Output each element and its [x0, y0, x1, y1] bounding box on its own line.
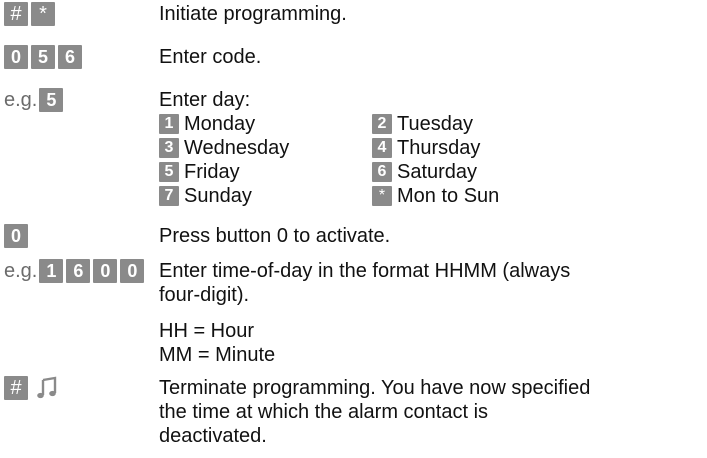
example-prefix: e.g.	[4, 260, 38, 282]
day-label: Sunday	[184, 185, 252, 207]
day-label: Thursday	[397, 137, 481, 159]
example-prefix: e.g.	[4, 89, 38, 111]
minute-legend: MM = Minute	[159, 344, 276, 366]
step-description-block: Enter time-of-day in the format HHMM (al…	[159, 259, 704, 367]
digit-key: 0	[120, 259, 145, 283]
step-description-line: Terminate programming. You have now spec…	[159, 377, 591, 399]
digit-key: 1	[39, 259, 64, 283]
day-label: Wednesday	[184, 137, 290, 159]
day-option-friday: 5 Friday	[159, 160, 372, 184]
music-note-icon	[37, 376, 57, 399]
step-description: Press button 0 to activate.	[159, 225, 391, 247]
day-option-tuesday: 2 Tuesday	[372, 112, 592, 136]
step-description-line: deactivated.	[159, 425, 267, 447]
digit-key: 0	[93, 259, 118, 283]
step-description: Enter day:	[159, 89, 251, 111]
digit-key: 1	[159, 114, 179, 134]
star-key: *	[372, 186, 392, 206]
day-label: Monday	[184, 113, 256, 135]
day-option-mon-to-sun: * Mon to Sun	[372, 184, 592, 208]
digit-key: 5	[39, 88, 64, 112]
day-option-thursday: 4 Thursday	[372, 136, 592, 160]
step-description: Initiate programming.	[159, 3, 347, 25]
step-description-line: Enter time-of-day in the format HHMM (al…	[159, 260, 571, 282]
day-label: Saturday	[397, 161, 478, 183]
key-sequence: # *	[4, 2, 58, 26]
day-option-monday: 1 Monday	[159, 112, 372, 136]
day-label: Tuesday	[397, 113, 473, 135]
hash-key: #	[4, 376, 28, 400]
day-list: 1 Monday 2 Tuesday 3 Wednesday 4 Thursday 5F…	[159, 112, 704, 208]
digit-key: 7	[159, 186, 179, 206]
digit-key: 3	[159, 138, 179, 158]
digit-key: 6	[58, 45, 82, 69]
digit-key: 6	[66, 259, 91, 283]
step-description-line: the time at which the alarm contact is	[159, 401, 489, 423]
star-key: *	[31, 2, 55, 26]
day-option-sunday: 7 Sunday	[159, 184, 372, 208]
hash-key: #	[4, 2, 28, 26]
key-sequence: 0	[4, 224, 31, 248]
key-sequence: #	[4, 376, 59, 400]
key-sequence: e.g. 5	[4, 88, 66, 112]
digit-key: 0	[4, 45, 28, 69]
key-sequence: e.g. 1 6 0 0	[4, 259, 147, 283]
digit-key: 2	[372, 114, 392, 134]
digit-key: 5	[31, 45, 55, 69]
day-label: Mon to Sun	[397, 185, 500, 207]
digit-key: 4	[372, 138, 392, 158]
day-option-saturday: 6 Saturday	[372, 160, 592, 184]
day-option-wednesday: 3 Wednesday	[159, 136, 372, 160]
step-description-block: Enter day: 1 Monday 2 Tuesday 3 Wednesday 4…	[159, 88, 704, 208]
step-description: Enter code.	[159, 46, 262, 68]
hour-legend: HH = Hour	[159, 320, 255, 342]
step-description-line: four-digit).	[159, 284, 250, 306]
day-label: Friday	[184, 161, 240, 183]
key-sequence: 0 5 6	[4, 45, 85, 69]
digit-key: 0	[4, 224, 28, 248]
digit-key: 5	[159, 162, 179, 182]
step-description-block: Terminate programming. You have now spec…	[159, 376, 704, 448]
digit-key: 6	[372, 162, 392, 182]
